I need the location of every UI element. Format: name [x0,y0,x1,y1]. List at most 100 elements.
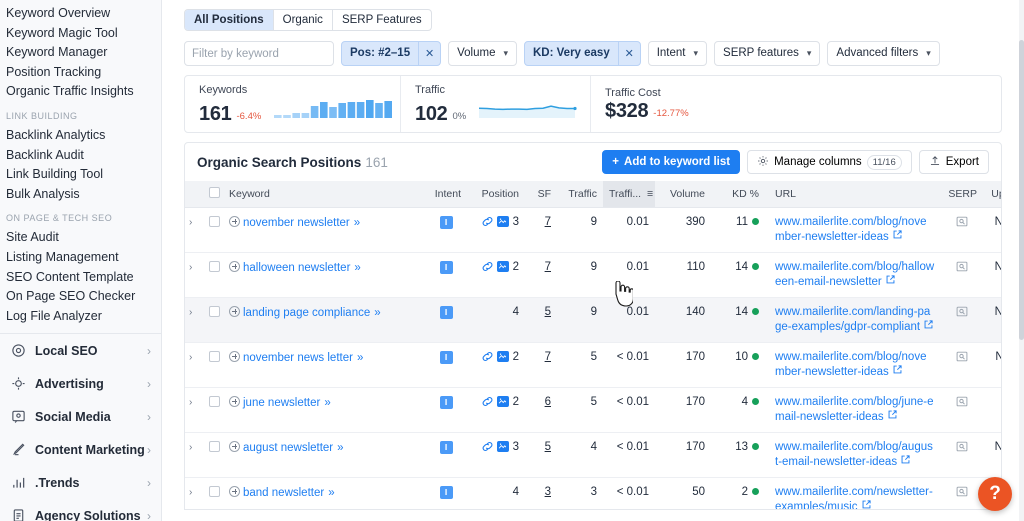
row-checkbox[interactable] [209,350,220,362]
keyword-link[interactable]: landing page compliance [243,307,370,319]
row-intent-cell[interactable]: I [425,252,467,298]
chevron-right-icon[interactable]: › [189,262,192,273]
add-to-keyword-list-button[interactable]: + Add to keyword list [602,150,741,174]
row-serp-cell[interactable] [941,207,983,253]
sidebar-group-social-media[interactable]: Social Media › [0,400,161,433]
filter-chip-position[interactable]: Pos: #2–15 ✕ [341,41,442,66]
chevron-right-icon[interactable]: › [189,217,192,228]
sidebar-group-content-marketing[interactable]: Content Marketing › [0,433,161,466]
col-header-kd[interactable]: KD % [711,181,765,208]
external-link-icon[interactable] [892,364,903,378]
row-expand-cell[interactable]: › [185,477,203,509]
external-link-icon[interactable] [887,409,898,423]
row-checkbox[interactable] [209,260,220,272]
row-intent-cell[interactable]: I [425,432,467,478]
table-row[interactable]: › june newsletter » I 2 6 5 < 0.01 170 4 www.maile… [185,387,1001,433]
row-intent-cell[interactable]: I [425,387,467,433]
url-link[interactable]: www.mailerlite.com/landing-page-examples… [775,306,930,333]
url-link[interactable]: www.mailerlite.com/blog/june-email-newsl… [775,396,934,423]
row-intent-cell[interactable]: I [425,207,467,253]
sidebar-item-organic-traffic-insights[interactable]: Organic Traffic Insights [0,81,161,101]
serp-preview-icon[interactable] [956,306,968,320]
table-row[interactable]: › landing page compliance » I 4 5 9 0.01 140 14 ww… [185,297,1001,343]
row-expand-cell[interactable]: › [185,342,203,388]
row-intent-cell[interactable]: I [425,477,467,509]
tab-organic[interactable]: Organic [274,10,333,30]
chevron-right-icon[interactable]: › [189,352,192,363]
row-expand-cell[interactable]: › [185,207,203,253]
row-expand-cell[interactable]: › [185,432,203,478]
sidebar-item-backlink-audit[interactable]: Backlink Audit [0,145,161,165]
add-keyword-icon[interactable] [229,305,240,317]
close-icon[interactable]: ✕ [418,42,440,65]
col-header-traffic-percent[interactable]: Traffi... ≡ [603,181,655,208]
export-button[interactable]: Export [918,150,989,174]
sidebar-item-keyword-magic-tool[interactable]: Keyword Magic Tool [0,23,161,43]
add-keyword-icon[interactable] [229,395,240,407]
table-row[interactable]: › band newsletter» I 4 3 3 < 0.01 50 2 www.mailer… [185,477,1001,509]
sidebar-item-position-tracking[interactable]: Position Tracking [0,62,161,82]
keyword-more-icon[interactable]: » [354,262,360,274]
row-select-cell[interactable] [203,252,223,298]
serp-preview-icon[interactable] [956,486,968,500]
row-intent-cell[interactable]: I [425,297,467,343]
col-header-traffic[interactable]: Traffic [557,181,603,208]
keyword-more-icon[interactable]: » [337,442,343,454]
keyword-link[interactable]: halloween newsletter [243,262,350,274]
chevron-right-icon[interactable]: › [189,307,192,318]
keyword-more-icon[interactable]: » [354,217,360,229]
row-select-cell[interactable] [203,432,223,478]
filter-chip-advanced-filters[interactable]: Advanced filters ▾ [827,41,940,66]
row-checkbox[interactable] [209,305,220,317]
sidebar-group-local-seo[interactable]: Local SEO › [0,334,161,367]
select-all-checkbox[interactable] [209,186,220,198]
close-icon[interactable]: ✕ [617,42,640,65]
sidebar-item-on-page-seo-checker[interactable]: On Page SEO Checker [0,286,161,306]
col-header-volume[interactable]: Volume [655,181,711,208]
table-row[interactable]: › november newsletter » I 3 7 9 0.01 390 11 www.ma… [185,207,1001,253]
manage-columns-button[interactable]: Manage columns 11/16 [747,150,912,174]
add-keyword-icon[interactable] [229,440,240,452]
row-serp-cell[interactable] [941,477,983,509]
sidebar-item-backlink-analytics[interactable]: Backlink Analytics [0,125,161,145]
table-row[interactable]: › august newsletter » I 3 5 4 < 0.01 170 13 www.ma… [185,432,1001,478]
col-header-intent[interactable]: Intent [425,181,467,208]
help-button[interactable]: ? [978,477,1012,511]
sf-value[interactable]: 7 [545,351,551,363]
external-link-icon[interactable] [892,229,903,243]
add-keyword-icon[interactable] [229,350,240,362]
add-keyword-icon[interactable] [229,215,240,227]
tab-serp-features[interactable]: SERP Features [333,10,431,30]
keyword-link[interactable]: november news letter [243,352,353,364]
keyword-more-icon[interactable]: » [324,397,330,409]
sidebar-item-link-building-tool[interactable]: Link Building Tool [0,164,161,184]
row-select-cell[interactable] [203,297,223,343]
chevron-right-icon[interactable]: › [189,442,192,453]
keyword-more-icon[interactable]: » [357,352,363,364]
keyword-link[interactable]: august newsletter [243,442,333,454]
sidebar-item-listing-management[interactable]: Listing Management [0,247,161,267]
col-header-sf[interactable]: SF [525,181,557,208]
row-serp-cell[interactable] [941,252,983,298]
row-checkbox[interactable] [209,395,220,407]
scrollbar-thumb[interactable] [1019,40,1024,340]
row-checkbox[interactable] [209,440,220,452]
row-intent-cell[interactable]: I [425,342,467,388]
keyword-more-icon[interactable]: » [374,307,380,319]
serp-preview-icon[interactable] [956,216,968,230]
row-serp-cell[interactable] [941,342,983,388]
row-select-cell[interactable] [203,387,223,433]
external-link-icon[interactable] [923,319,934,333]
row-select-cell[interactable] [203,207,223,253]
sf-value[interactable]: 3 [545,486,551,498]
keyword-link[interactable]: november newsletter [243,217,350,229]
row-checkbox[interactable] [209,485,220,497]
external-link-icon[interactable] [900,454,911,468]
sidebar-item-keyword-manager[interactable]: Keyword Manager [0,42,161,62]
sf-value[interactable]: 5 [545,306,551,318]
row-serp-cell[interactable] [941,387,983,433]
sidebar-item-site-audit[interactable]: Site Audit [0,227,161,247]
filter-chip-kd[interactable]: KD: Very easy ✕ [524,41,641,66]
sidebar-group-agency-solutions[interactable]: Agency Solutions › [0,499,161,521]
filter-chip-intent[interactable]: Intent ▾ [647,41,708,66]
